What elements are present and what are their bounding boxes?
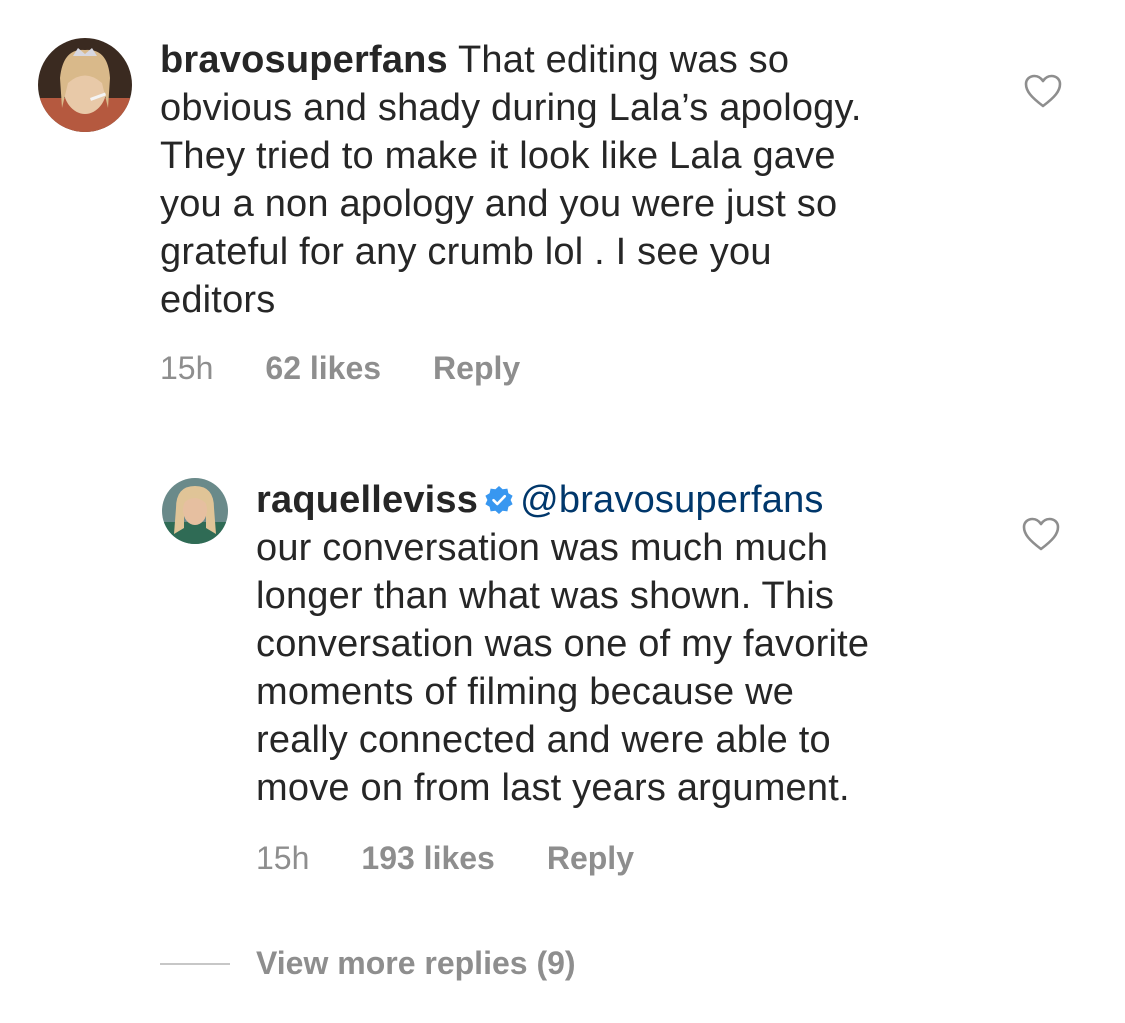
comment-text-line: really connected and were able to <box>256 719 831 761</box>
user-avatar-icon <box>162 478 228 544</box>
comment-username[interactable]: raquelleviss <box>256 479 478 521</box>
comment-text-line: grateful for any crumb lol . I see you <box>160 231 772 273</box>
comment-text-line: conversation was one of my favorite <box>256 623 870 665</box>
comment-text-line: you a non apology and you were just so <box>160 183 838 225</box>
comment-text-line: They tried to make it look like Lala gav… <box>160 135 836 177</box>
user-avatar-icon <box>38 38 132 132</box>
like-heart-icon[interactable] <box>1023 73 1063 109</box>
view-more-replies-label: View more replies (9) <box>256 945 576 981</box>
view-more-replies-button[interactable]: View more replies (9) <box>160 945 576 982</box>
comment-text-line: That editing was so <box>457 39 790 81</box>
avatar-raquelleviss[interactable] <box>162 478 228 544</box>
reply-button[interactable]: Reply <box>433 350 520 387</box>
mention-link[interactable]: @bravosuperfans <box>520 479 824 521</box>
comment-text-line: obvious and shady during Lala’s apology. <box>160 87 862 129</box>
comment-text-line: our conversation was much much <box>256 527 829 569</box>
comment-timestamp[interactable]: 15h <box>160 350 213 387</box>
reply-button[interactable]: Reply <box>547 840 634 877</box>
comment-thread: bravosuperfans That editing was so obvio… <box>0 0 1125 1023</box>
verified-badge-icon <box>484 485 514 515</box>
comment-text-line: moments of filming because we <box>256 671 795 713</box>
avatar-bravosuperfans[interactable] <box>38 38 132 132</box>
like-heart-icon[interactable] <box>1021 516 1061 552</box>
comment-text-line: longer than what was shown. This <box>256 575 835 617</box>
comment-text-line: editors <box>160 279 276 321</box>
comment-text-line: move on from last years argument. <box>256 767 850 809</box>
comment-timestamp[interactable]: 15h <box>256 840 309 877</box>
comment-likes[interactable]: 193 likes <box>361 840 494 877</box>
reply-body: raquelleviss @bravosuperfans our conversa… <box>256 476 976 812</box>
comment-body: bravosuperfans That editing was so obvio… <box>160 36 980 324</box>
comment-username[interactable]: bravosuperfans <box>160 39 448 81</box>
comment-meta: 15h 193 likes Reply <box>256 840 634 877</box>
comment-meta: 15h 62 likes Reply <box>160 350 520 387</box>
divider-line <box>160 962 230 965</box>
comment-likes[interactable]: 62 likes <box>265 350 381 387</box>
